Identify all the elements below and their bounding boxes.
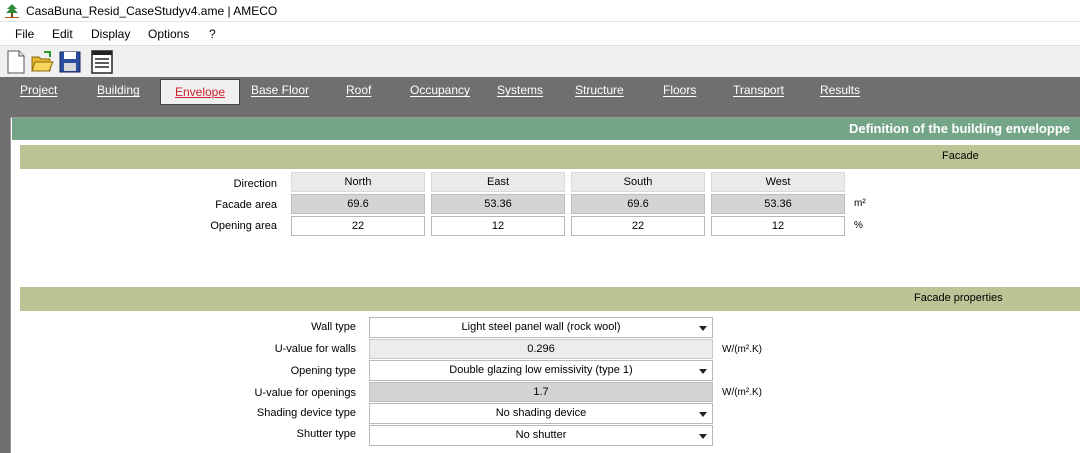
shading-value: No shading device <box>495 407 587 419</box>
tab-occupancy[interactable]: Occupancy <box>410 83 470 97</box>
menu-display[interactable]: Display <box>91 27 130 41</box>
facade-area-label: Facade area <box>215 199 277 211</box>
menu-bar: File Edit Display Options ? <box>0 23 1080 45</box>
tab-envelope[interactable]: Envelope <box>160 79 240 105</box>
shutter-label: Shutter type <box>296 428 356 440</box>
u-openings-label: U-value for openings <box>254 387 356 399</box>
u-openings-unit: W/(m².K) <box>722 387 762 398</box>
save-icon[interactable] <box>58 49 82 75</box>
facade-properties-title: Facade properties <box>914 292 1003 304</box>
facade-area-east: 53.36 <box>431 194 565 214</box>
opening-area-unit: % <box>854 220 863 231</box>
report-icon[interactable] <box>90 49 114 75</box>
u-walls-value: 0.296 <box>369 339 713 359</box>
tab-transport[interactable]: Transport <box>733 83 784 97</box>
chevron-down-icon[interactable] <box>699 434 707 439</box>
tab-results[interactable]: Results <box>820 83 860 97</box>
open-folder-icon[interactable] <box>30 49 54 75</box>
facade-area-north: 69.6 <box>291 194 425 214</box>
section-header: Definition of the building enveloppe <box>12 118 1080 140</box>
new-file-icon[interactable] <box>4 49 28 75</box>
direction-south: South <box>571 172 705 192</box>
window-title: CasaBuna_Resid_CaseStudyv4.ame | AMECO <box>26 4 278 18</box>
menu-edit[interactable]: Edit <box>52 27 73 41</box>
shading-label: Shading device type <box>256 407 356 419</box>
wall-type-value: Light steel panel wall (rock wool) <box>461 321 621 333</box>
u-walls-unit: W/(m².K) <box>722 344 762 355</box>
opening-type-label: Opening type <box>290 365 356 377</box>
tab-base-floor[interactable]: Base Floor <box>251 83 309 97</box>
shading-select[interactable]: No shading device <box>369 403 713 424</box>
direction-west: West <box>711 172 845 192</box>
tab-systems[interactable]: Systems <box>497 83 543 97</box>
chevron-down-icon[interactable] <box>699 412 707 417</box>
tab-building[interactable]: Building <box>97 83 140 97</box>
tab-project[interactable]: Project <box>20 83 57 97</box>
direction-east: East <box>431 172 565 192</box>
tab-floors[interactable]: Floors <box>663 83 696 97</box>
wall-type-select[interactable]: Light steel panel wall (rock wool) <box>369 317 713 338</box>
opening-type-value: Double glazing low emissivity (type 1) <box>449 364 633 376</box>
title-bar: CasaBuna_Resid_CaseStudyv4.ame | AMECO <box>0 0 1080 22</box>
opening-area-west[interactable]: 12 <box>711 216 845 236</box>
opening-type-select[interactable]: Double glazing low emissivity (type 1) <box>369 360 713 381</box>
direction-label: Direction <box>233 178 277 190</box>
opening-area-south[interactable]: 22 <box>571 216 705 236</box>
opening-area-east[interactable]: 12 <box>431 216 565 236</box>
opening-area-north[interactable]: 22 <box>291 216 425 236</box>
wall-type-label: Wall type <box>311 321 356 333</box>
facade-area-south: 69.6 <box>571 194 705 214</box>
facade-area-unit: m² <box>854 198 866 209</box>
tab-envelope-label: Envelope <box>174 85 226 99</box>
facade-properties-section-bar: Facade properties <box>20 287 1080 311</box>
chevron-down-icon[interactable] <box>699 326 707 331</box>
menu-options[interactable]: Options <box>148 27 189 41</box>
u-walls-label: U-value for walls <box>274 343 356 355</box>
chevron-down-icon[interactable] <box>699 369 707 374</box>
menu-help[interactable]: ? <box>209 27 216 41</box>
toolbar <box>0 45 1080 77</box>
shutter-value: No shutter <box>515 429 567 441</box>
direction-north: North <box>291 172 425 192</box>
shutter-select[interactable]: No shutter <box>369 425 713 446</box>
u-openings-value: 1.7 <box>369 382 713 402</box>
facade-area-west: 53.36 <box>711 194 845 214</box>
page-title: Definition of the building enveloppe <box>849 121 1070 136</box>
tab-roof[interactable]: Roof <box>346 83 371 97</box>
tab-structure[interactable]: Structure <box>575 83 624 97</box>
facade-section-bar: Facade <box>20 145 1080 169</box>
tree-app-icon <box>5 4 19 18</box>
tab-bar: Project Building Envelope Base Floor Roo… <box>0 77 1080 105</box>
opening-area-label: Opening area <box>210 220 277 232</box>
menu-file[interactable]: File <box>15 27 34 41</box>
facade-section-title: Facade <box>942 150 979 162</box>
